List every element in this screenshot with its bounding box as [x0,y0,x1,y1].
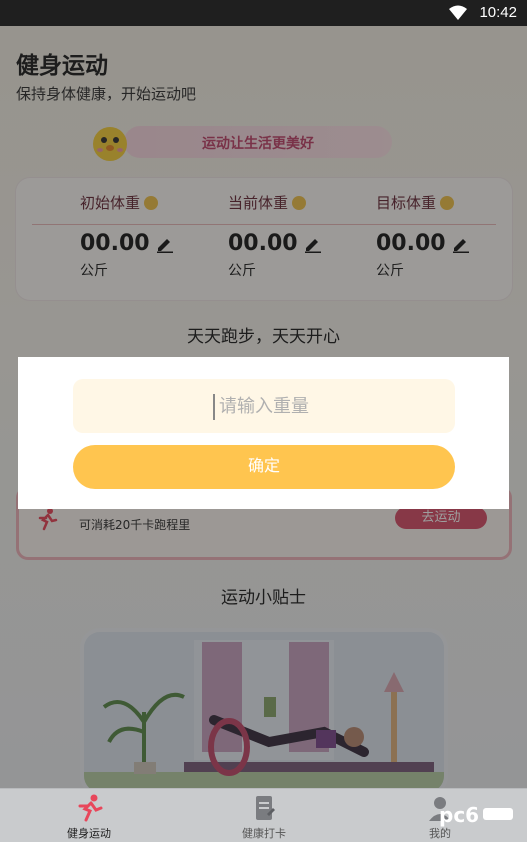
tab-label: 健康打卡 [242,827,286,840]
tab-checkin[interactable]: 健康打卡 [199,789,329,842]
tab-fitness[interactable]: 健身运动 [24,789,154,842]
confirm-button[interactable]: 确定 [73,445,455,489]
wifi-icon [449,5,467,20]
watermark-logo: pc6 [437,800,517,830]
runner-icon [78,794,103,822]
pc6-logo-icon: pc6 [439,803,513,827]
status-bar: 10:42 [0,0,527,26]
text-caret [213,394,215,420]
svg-text:pc6: pc6 [439,803,479,827]
weight-input[interactable] [73,379,455,433]
tab-label: 健身运动 [67,827,111,840]
status-time: 10:42 [479,4,517,21]
notepad-icon [256,796,275,820]
weight-input-dialog: 确定 [18,357,509,509]
